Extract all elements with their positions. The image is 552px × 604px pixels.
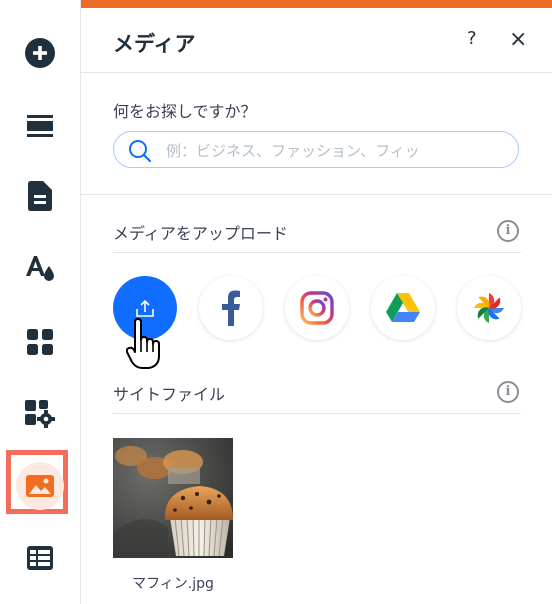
media-icon-bubble [16,462,64,510]
page-icon [28,181,52,211]
sections-icon [27,115,53,137]
site-files-divider [113,413,521,414]
muffin-photo [113,438,233,558]
facebook-icon [222,290,240,326]
rail-item-add[interactable] [0,17,80,89]
search-separator [81,194,552,195]
text-color-icon [26,256,54,281]
apps-grid-icon [27,329,53,355]
media-panel: メディア ? × 何をお探しですか？ メディアをアップロード i [81,0,552,604]
search-box[interactable] [113,131,519,168]
panel-title: メディア [113,32,196,56]
rail-item-pages[interactable] [0,160,80,232]
image-icon [26,475,54,497]
upload-icon [136,299,154,317]
puzzle-gear-icon [25,400,55,428]
rail-item-theme[interactable] [0,232,80,304]
instagram-button[interactable] [285,276,349,340]
google-photos-icon [474,293,504,323]
rail-item-media[interactable] [0,450,80,522]
table-icon [27,546,53,570]
site-files-label: サイトファイル [113,385,226,404]
left-toolbar [0,0,81,604]
hand-cursor-icon [126,318,160,369]
facebook-button[interactable] [199,276,263,340]
search-icon [129,140,152,163]
file-name: マフィン.jpg [132,576,214,592]
google-drive-icon [386,293,420,322]
panel-header: メディア ? × [81,8,552,73]
site-files-info-icon[interactable]: i [497,381,519,403]
upload-info-icon[interactable]: i [497,220,519,242]
google-drive-button[interactable] [371,276,435,340]
rail-item-sections[interactable] [0,90,80,162]
plus-circle-icon [25,38,55,68]
google-photos-button[interactable] [457,276,521,340]
rail-item-cms[interactable] [0,522,80,594]
rail-item-business-apps[interactable] [0,378,80,450]
search-input[interactable] [164,138,508,164]
upload-divider [113,252,521,253]
help-button[interactable]: ? [467,28,477,49]
accent-bar [81,0,552,8]
close-button[interactable]: × [509,27,527,52]
rail-item-apps[interactable] [0,306,80,378]
upload-section-label: メディアをアップロード [113,224,288,243]
file-thumbnail[interactable] [113,438,233,558]
instagram-icon [300,291,334,325]
search-label: 何をお探しですか？ [113,102,257,121]
